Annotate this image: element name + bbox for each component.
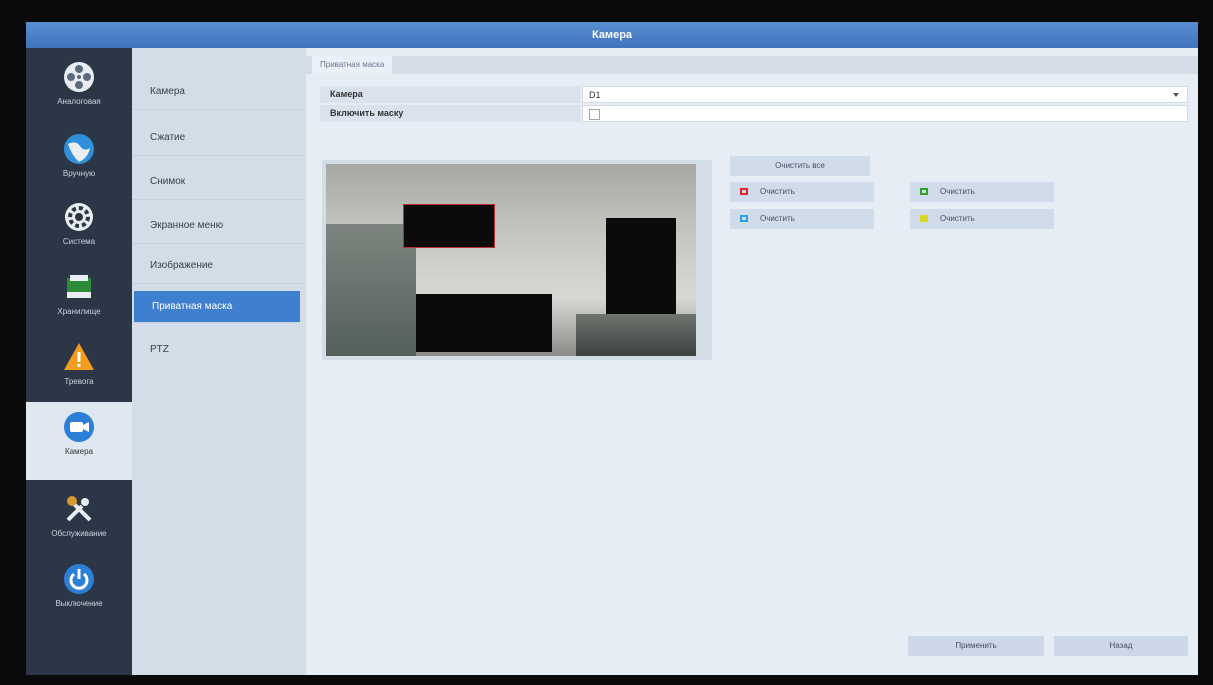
nav-alarm-label: Тревога [64, 377, 94, 386]
clear-all-button[interactable]: Очистить все [730, 156, 870, 176]
nav-shutdown-label: Выключение [55, 599, 103, 608]
window-left [326, 224, 416, 356]
camera-submenu: Камера Сжатие Снимок Экранное меню Изобр… [132, 48, 306, 675]
submenu-image[interactable]: Изображение [132, 248, 304, 284]
nav-system-label: Система [62, 237, 96, 246]
nav-manual[interactable]: Вручную [26, 124, 132, 196]
back-button[interactable]: Назад [1054, 636, 1188, 656]
submenu-ptz[interactable]: PTZ [132, 332, 304, 368]
clear-cyan-label: Очистить [760, 214, 795, 223]
nav-alarm[interactable]: Тревога [26, 332, 132, 404]
green-square-icon [920, 188, 928, 195]
clear-yellow-button[interactable]: Очистить [910, 209, 1054, 229]
apply-button[interactable]: Применить [908, 636, 1044, 656]
nav-shutdown[interactable]: Выключение [26, 554, 132, 626]
nav-storage-label: Хранилище [57, 307, 101, 316]
camera-row: Камера D1 [320, 86, 1188, 103]
camera-image [326, 164, 696, 356]
yellow-square-icon [920, 215, 928, 222]
privacy-mask-red[interactable] [403, 204, 495, 248]
camera-select[interactable]: D1 [582, 86, 1188, 103]
main-nav: Аналоговая Вручную Система Хранилище Тре… [26, 48, 132, 675]
film-reel-icon [64, 62, 94, 92]
submenu-snapshot[interactable]: Снимок [132, 164, 304, 200]
clear-red-button[interactable]: Очистить [730, 182, 874, 202]
privacy-mask-panel: Приватная маска Камера D1 Включить маску [306, 48, 1198, 675]
globe-icon [64, 134, 94, 164]
dvr-window: Камера Аналоговая Вручную Система Хранил… [26, 22, 1198, 675]
nav-storage[interactable]: Хранилище [26, 262, 132, 334]
nav-system[interactable]: Система [26, 192, 132, 264]
clear-red-label: Очистить [760, 187, 795, 196]
nav-camera-label: Камера [65, 447, 93, 456]
desk-area [576, 314, 696, 356]
nav-camera[interactable]: Камера [26, 402, 132, 480]
clear-green-button[interactable]: Очистить [910, 182, 1054, 202]
nav-analog[interactable]: Аналоговая [26, 52, 132, 124]
tools-icon [66, 496, 92, 522]
power-icon [64, 564, 94, 594]
clear-green-label: Очистить [940, 187, 975, 196]
submenu-privacy-mask[interactable]: Приватная маска [134, 291, 300, 323]
tab-privacy-mask[interactable]: Приватная маска [312, 56, 393, 74]
clear-cyan-button[interactable]: Очистить [730, 209, 874, 229]
privacy-mask-green[interactable] [606, 218, 676, 316]
submenu-compression[interactable]: Сжатие [132, 120, 304, 156]
submenu-camera[interactable]: Камера [132, 74, 304, 110]
clear-yellow-label: Очистить [940, 214, 975, 223]
nav-analog-label: Аналоговая [57, 97, 101, 106]
nav-maintenance[interactable]: Обслуживание [26, 484, 132, 556]
enable-mask-checkbox[interactable] [589, 109, 600, 120]
window-title: Камера [26, 22, 1198, 48]
camera-preview[interactable] [322, 160, 712, 360]
nav-manual-label: Вручную [62, 169, 96, 178]
enable-mask-field [582, 105, 1188, 122]
gear-icon [65, 203, 93, 231]
privacy-mask-cyan[interactable] [416, 294, 552, 352]
storage-icon [67, 275, 91, 298]
camera-label: Камера [320, 86, 580, 103]
chevron-down-icon [1173, 93, 1179, 97]
enable-mask-label: Включить маску [320, 105, 580, 122]
enable-mask-row: Включить маску [320, 105, 1188, 122]
warning-icon [64, 343, 94, 370]
camera-select-value: D1 [589, 90, 601, 100]
tab-bar: Приватная маска [306, 56, 1198, 74]
camera-icon [64, 412, 94, 442]
submenu-osd[interactable]: Экранное меню [132, 208, 304, 244]
cyan-square-icon [740, 215, 748, 222]
red-square-icon [740, 188, 748, 195]
nav-maintenance-label: Обслуживание [51, 529, 107, 538]
